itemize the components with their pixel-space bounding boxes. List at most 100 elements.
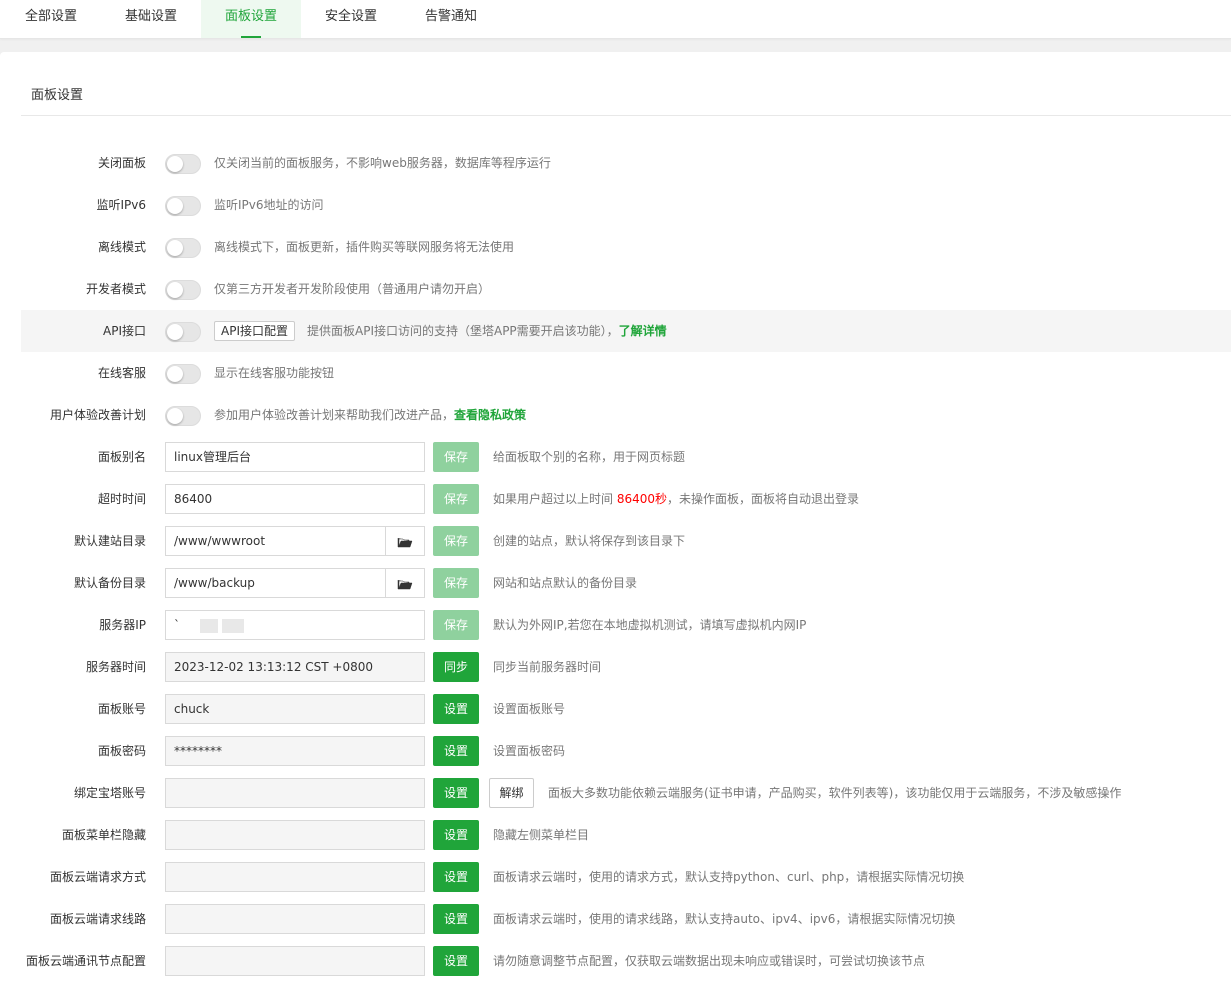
setting-row-api: API接口 API接口配置 提供面板API接口访问的支持（堡塔APP需要开启该功… <box>21 310 1231 352</box>
cloud-node-field <box>165 946 425 976</box>
tab-all-settings[interactable]: 全部设置 <box>1 0 101 38</box>
setting-description: 设置面板账号 <box>493 702 566 716</box>
setting-label: 面板别名 <box>97 450 146 464</box>
sync-time-button[interactable]: 同步 <box>433 652 479 682</box>
save-backup-dir-button[interactable]: 保存 <box>433 568 479 598</box>
menu-hide-field <box>165 820 425 850</box>
panel-settings-card: 面板设置 关闭面板 仅关闭当前的面板服务，不影响web服务器，数据库等程序运行 … <box>0 52 1231 993</box>
setting-label: API接口 <box>103 324 146 338</box>
ux-description-text: 参加用户体验改善计划来帮助我们改进产品， <box>214 408 455 422</box>
save-server-ip-button[interactable]: 保存 <box>433 610 479 640</box>
ipv6-toggle[interactable] <box>165 196 201 216</box>
toggle-knob <box>167 282 183 298</box>
setting-description: 仅关闭当前的面板服务，不影响web服务器，数据库等程序运行 <box>214 156 551 170</box>
api-learn-more-link[interactable]: 了解详情 <box>619 324 667 338</box>
save-timeout-button[interactable]: 保存 <box>433 484 479 514</box>
setting-label: 面板密码 <box>97 744 146 758</box>
timeout-desc-value: 86400秒 <box>616 492 668 506</box>
setting-row-bt-account: 绑定宝塔账号 设置 解绑 面板大多数功能依赖云端服务(证书申请，产品购买，软件列… <box>0 772 1231 814</box>
setting-label: 服务器时间 <box>85 660 146 674</box>
timeout-desc-pre: 如果用户超过以上时间 <box>493 492 617 506</box>
setting-row-server-ip: 服务器IP ` 保存 默认为外网IP,若您在本地虚拟机测试，请填写虚拟机内网IP <box>0 604 1231 646</box>
unbind-button[interactable]: 解绑 <box>489 778 534 808</box>
set-cloud-method-button[interactable]: 设置 <box>433 862 479 892</box>
setting-description: 面板请求云端时，使用的请求线路，默认支持auto、ipv4、ipv6，请根据实际… <box>493 912 956 926</box>
setting-label: 用户体验改善计划 <box>49 408 146 422</box>
setting-row-cloud-line: 面板云端请求线路 设置 面板请求云端时，使用的请求线路，默认支持auto、ipv… <box>0 898 1231 940</box>
developer-mode-toggle[interactable] <box>165 280 201 300</box>
bt-account-field <box>165 778 425 808</box>
timeout-input[interactable]: 86400 <box>165 484 425 514</box>
set-bt-account-button[interactable]: 设置 <box>433 778 479 808</box>
toggle-knob <box>167 198 183 214</box>
close-panel-toggle[interactable] <box>165 154 201 174</box>
setting-description: 面板大多数功能依赖云端服务(证书申请，产品购买，软件列表等)，该功能仅用于云端服… <box>548 786 1122 800</box>
toggle-knob <box>167 408 183 424</box>
setting-row-site-dir: 默认建站目录 /www/wwwroot 保存 创建的站点，默认将保存到该目录下 <box>0 520 1231 562</box>
setting-label: 绑定宝塔账号 <box>73 786 146 800</box>
set-menu-hide-button[interactable]: 设置 <box>433 820 479 850</box>
setting-description: 监听IPv6地址的访问 <box>214 198 324 212</box>
setting-description: 默认为外网IP,若您在本地虚拟机测试，请填写虚拟机内网IP <box>493 618 807 632</box>
toggle-knob <box>167 156 183 172</box>
offline-mode-toggle[interactable] <box>165 238 201 258</box>
save-alias-button[interactable]: 保存 <box>433 442 479 472</box>
cloud-line-field <box>165 904 425 934</box>
setting-description: 参加用户体验改善计划来帮助我们改进产品，查看隐私政策 <box>214 394 526 436</box>
redacted-ip-mask <box>222 618 244 633</box>
set-cloud-node-button[interactable]: 设置 <box>433 946 479 976</box>
server-ip-value: ` <box>174 618 180 632</box>
timeout-desc-post: ，未操作面板，面板将自动退出登录 <box>667 492 860 506</box>
tab-alert-notifications[interactable]: 告警通知 <box>401 0 501 38</box>
settings-tabbar: 全部设置 基础设置 面板设置 安全设置 告警通知 <box>0 0 1231 39</box>
setting-label: 关闭面板 <box>97 156 146 170</box>
setting-description: 请勿随意调整节点配置，仅获取云端数据出现未响应或错误时，可尝试切换该节点 <box>493 954 926 968</box>
setting-label: 监听IPv6 <box>96 198 146 212</box>
toggle-knob <box>167 240 183 256</box>
folder-picker-button[interactable] <box>385 526 425 556</box>
set-password-button[interactable]: 设置 <box>433 736 479 766</box>
setting-description: 提供面板API接口访问的支持（堡塔APP需要开启该功能），了解详情 <box>307 310 667 352</box>
tab-basic-settings[interactable]: 基础设置 <box>101 0 201 38</box>
setting-row-menu-hide: 面板菜单栏隐藏 设置 隐藏左侧菜单栏目 <box>0 814 1231 856</box>
setting-label: 面板云端请求线路 <box>49 912 146 926</box>
setting-row-developer-mode: 开发者模式 仅第三方开发者开发阶段使用（普通用户请勿开启） <box>0 268 1231 310</box>
folder-open-icon <box>397 579 413 589</box>
privacy-policy-link[interactable]: 查看隐私政策 <box>454 408 526 422</box>
set-account-button[interactable]: 设置 <box>433 694 479 724</box>
setting-label: 服务器IP <box>99 618 146 632</box>
setting-row-password: 面板密码 ******** 设置 设置面板密码 <box>0 730 1231 772</box>
cloud-method-field <box>165 862 425 892</box>
setting-label: 面板云端请求方式 <box>49 870 146 884</box>
set-cloud-line-button[interactable]: 设置 <box>433 904 479 934</box>
site-dir-input[interactable]: /www/wwwroot <box>165 526 386 556</box>
setting-row-backup-dir: 默认备份目录 /www/backup 保存 网站和站点默认的备份目录 <box>0 562 1231 604</box>
setting-description: 离线模式下，面板更新，插件购买等联网服务将无法使用 <box>214 240 515 254</box>
save-site-dir-button[interactable]: 保存 <box>433 526 479 556</box>
tab-security-settings[interactable]: 安全设置 <box>301 0 401 38</box>
tab-panel-settings[interactable]: 面板设置 <box>201 0 301 38</box>
panel-title: 面板设置 <box>31 88 84 103</box>
setting-row-ipv6: 监听IPv6 监听IPv6地址的访问 <box>0 184 1231 226</box>
setting-label: 面板菜单栏隐藏 <box>61 828 146 842</box>
panel-alias-input[interactable]: linux管理后台 <box>165 442 425 472</box>
setting-description: 显示在线客服功能按钮 <box>214 366 335 380</box>
setting-label: 超时时间 <box>97 492 146 506</box>
panel-account-field: chuck <box>165 694 425 724</box>
setting-label: 面板账号 <box>97 702 146 716</box>
setting-description: 隐藏左侧菜单栏目 <box>493 828 590 842</box>
ux-program-toggle[interactable] <box>165 406 201 426</box>
setting-row-account: 面板账号 chuck 设置 设置面板账号 <box>0 688 1231 730</box>
online-support-toggle[interactable] <box>165 364 201 384</box>
api-description-text: 提供面板API接口访问的支持（堡塔APP需要开启该功能）， <box>307 324 619 338</box>
folder-picker-button[interactable] <box>385 568 425 598</box>
server-ip-input[interactable]: ` <box>165 610 425 640</box>
setting-row-cloud-method: 面板云端请求方式 设置 面板请求云端时，使用的请求方式，默认支持python、c… <box>0 856 1231 898</box>
api-toggle[interactable] <box>165 322 201 342</box>
server-time-field: 2023-12-02 13:13:12 CST +0800 <box>165 652 425 682</box>
api-config-button[interactable]: API接口配置 <box>214 321 295 341</box>
setting-row-server-time: 服务器时间 2023-12-02 13:13:12 CST +0800 同步 同… <box>0 646 1231 688</box>
panel-password-field: ******** <box>165 736 425 766</box>
backup-dir-input[interactable]: /www/backup <box>165 568 386 598</box>
setting-label: 离线模式 <box>97 240 146 254</box>
